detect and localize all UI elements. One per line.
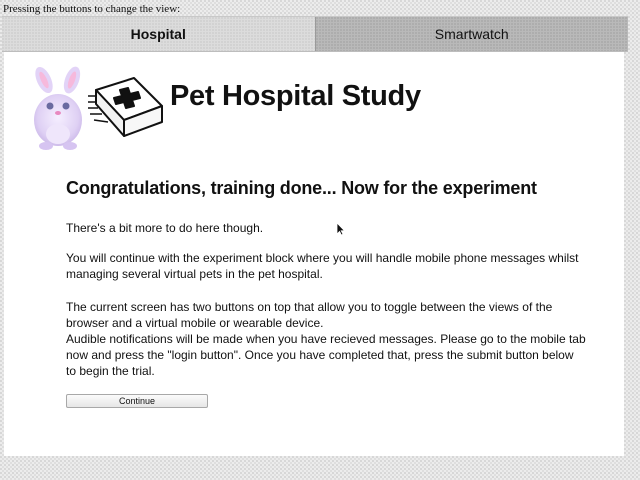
section-heading: Congratulations, training done... Now fo… — [66, 178, 537, 198]
instruction-note: Pressing the buttons to change the view: — [3, 3, 181, 15]
bunny-mascot-icon — [34, 66, 163, 150]
page-title: Pet Hospital Study — [170, 80, 421, 112]
continue-button[interactable]: Continue — [66, 394, 208, 408]
intro-paragraph: There's a bit more to do here though. — [66, 221, 264, 235]
tab-smartwatch[interactable]: Smartwatch — [314, 17, 628, 51]
tab-hospital[interactable]: Hospital — [2, 17, 315, 51]
view-tabs: Hospital Smartwatch — [2, 16, 628, 52]
instructions-paragraph: The current screen has two buttons on to… — [66, 300, 586, 378]
logo — [22, 66, 172, 152]
experiment-paragraph: You will continue with the experiment bl… — [66, 251, 579, 281]
medical-kit-icon — [88, 77, 163, 137]
main-panel: Pet Hospital Study Congratulations, trai… — [4, 52, 624, 456]
mouse-cursor-icon — [336, 222, 346, 236]
